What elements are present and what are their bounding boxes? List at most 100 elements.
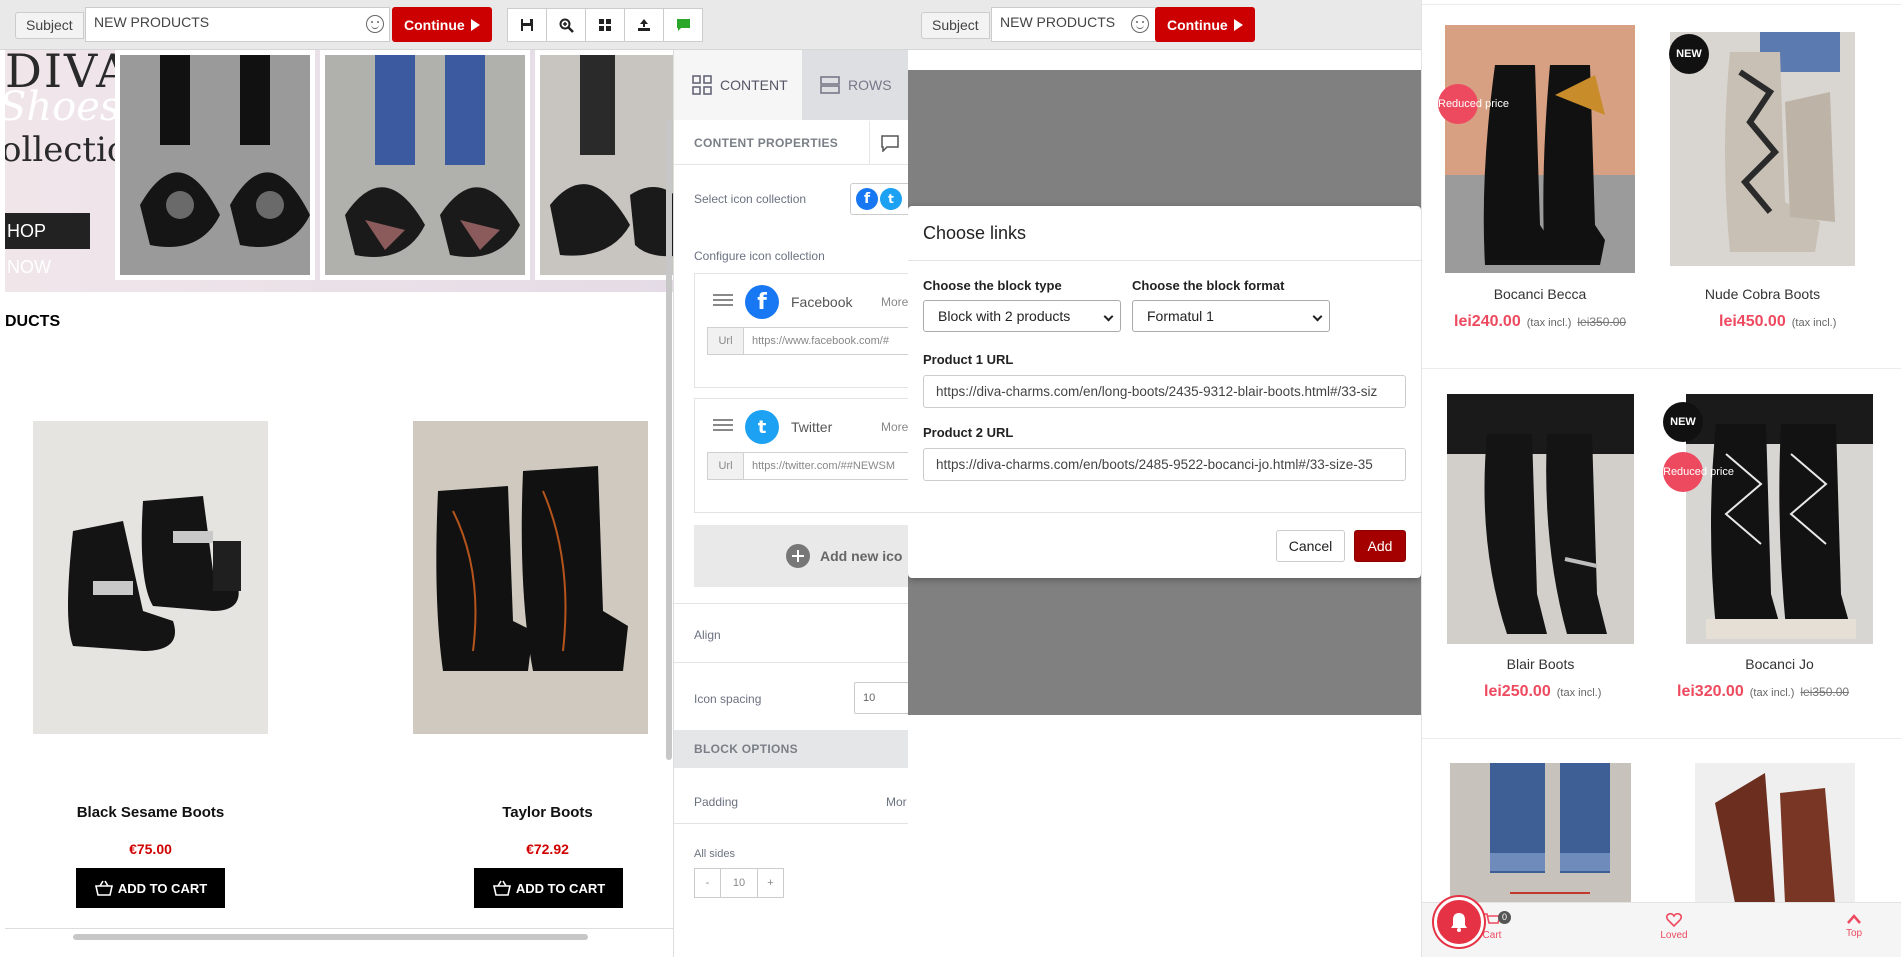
product-name[interactable]: Bocanci Becca (1445, 286, 1635, 302)
links-dialog-panel: Subject NEW PRODUCTS Continue Choose lin… (908, 0, 1421, 957)
subject-input[interactable]: NEW PRODUCTS (85, 7, 390, 42)
padding-value[interactable]: 10 (720, 869, 758, 897)
block-format-select[interactable]: Formatul 1 (1132, 300, 1330, 332)
block-type-label: Choose the block type (923, 278, 1062, 293)
vertical-scrollbar[interactable] (666, 120, 672, 760)
top-nav[interactable]: Top (1824, 913, 1884, 939)
hero-script-text: Shoes (5, 84, 121, 130)
drag-handle-icon[interactable] (713, 294, 733, 306)
divider (1422, 368, 1901, 369)
drag-handle-icon[interactable] (713, 419, 733, 431)
product-image[interactable] (1450, 763, 1631, 903)
product-image-taylor[interactable] (413, 421, 648, 734)
horizontal-scrollbar[interactable] (73, 934, 588, 940)
settings-sidebar: CONTENT ROWS CONTENT PROPERTIES Select i… (673, 50, 908, 957)
basket-icon (492, 880, 511, 896)
product-image-bocanci-becca[interactable] (1445, 25, 1635, 273)
add-to-cart-label: ADD TO CART (117, 880, 208, 896)
tab-content-label: CONTENT (720, 77, 788, 93)
shop-preview-panel: Reduced price Bocanci Becca lei240.00 (t… (1421, 0, 1901, 957)
subject-label: Subject (15, 12, 84, 39)
emoji-icon[interactable] (1131, 15, 1149, 33)
notification-bell-icon[interactable] (1434, 897, 1484, 947)
product2-url-label: Product 2 URL (923, 425, 1014, 440)
continue-button[interactable]: Continue (1155, 7, 1255, 42)
tab-rows-label: ROWS (848, 77, 892, 93)
social-icon-card-facebook: f Facebook More o Url https://www.facebo… (694, 273, 908, 388)
product-name[interactable]: Nude Cobra Boots (1670, 286, 1855, 302)
editor-top-bar: Subject NEW PRODUCTS Continue (0, 0, 908, 50)
rows-icon (820, 76, 840, 94)
content-divider (5, 928, 673, 929)
cancel-button[interactable]: Cancel (1276, 530, 1345, 562)
play-icon (1233, 18, 1243, 31)
social-icon-name: Twitter (791, 419, 833, 435)
block-type-value: Block with 2 products (938, 308, 1071, 324)
shop-now-button[interactable]: HOP NOW (5, 213, 90, 277)
facebook-url-field[interactable]: Url https://www.facebook.com/# (707, 327, 908, 355)
product-name[interactable]: Blair Boots (1447, 656, 1634, 672)
product-price: €72.92 (526, 841, 569, 857)
product1-url-label: Product 1 URL (923, 352, 1014, 367)
padding-more-link[interactable]: Mor (886, 795, 907, 809)
tab-content[interactable]: CONTENT (674, 50, 802, 120)
increment-button[interactable]: + (758, 869, 783, 897)
loved-nav[interactable]: Loved (1644, 912, 1704, 941)
emoji-icon[interactable] (366, 15, 384, 33)
add-to-cart-button[interactable]: ADD TO CART (474, 868, 623, 908)
twitter-url-field[interactable]: Url https://twitter.com/##NEWSM (707, 452, 908, 480)
modal-title: Choose links (923, 223, 1027, 243)
more-options-link[interactable]: More o (881, 295, 908, 309)
divider (674, 662, 908, 663)
price-row: lei450.00 (tax incl.) (1719, 313, 1836, 331)
divider (674, 603, 908, 604)
grid-icon[interactable] (585, 8, 625, 42)
product-name: Taylor Boots (502, 804, 593, 821)
icon-collection-select[interactable]: f t (850, 183, 908, 215)
icon-spacing-input[interactable]: 10 (854, 682, 908, 714)
zoom-icon[interactable] (546, 8, 586, 42)
continue-label: Continue (1167, 16, 1228, 33)
comment-icon[interactable] (663, 8, 703, 42)
chevron-up-icon (1847, 914, 1861, 924)
facebook-icon: f (745, 285, 779, 319)
heart-icon (1665, 912, 1683, 928)
hero-photo-2 (320, 50, 530, 280)
divider (674, 823, 908, 824)
save-icon[interactable] (507, 8, 547, 42)
shop-bottom-bar: 0 Cart Loved Top (1422, 902, 1901, 957)
add-new-icon-button[interactable]: Add new ico (694, 525, 908, 587)
product1-url-input[interactable]: https://diva-charms.com/en/long-boots/24… (923, 375, 1406, 408)
chat-icon[interactable] (869, 121, 908, 165)
cart-count-badge: 0 (1498, 911, 1511, 924)
add-new-icon-label: Add new ico (820, 548, 903, 564)
plus-circle-icon (786, 544, 810, 568)
url-label: Url (708, 328, 744, 354)
tab-rows[interactable]: ROWS (802, 50, 908, 120)
divider (908, 260, 1421, 261)
more-options-link[interactable]: More o (881, 420, 908, 434)
chevron-down-icon (1312, 311, 1323, 322)
divider (908, 512, 1421, 513)
padding-stepper: - 10 + (694, 868, 784, 898)
add-to-cart-button[interactable]: ADD TO CART (76, 868, 225, 908)
continue-button[interactable]: Continue (392, 7, 492, 42)
chevron-down-icon (1103, 311, 1114, 322)
product-image-blair-boots[interactable] (1447, 394, 1634, 644)
basket-icon (94, 880, 113, 896)
product-name[interactable]: Bocanci Jo (1686, 656, 1873, 672)
export-icon[interactable] (624, 8, 664, 42)
product-price: €75.00 (129, 841, 172, 857)
decrement-button[interactable]: - (695, 869, 720, 897)
product-image[interactable] (1695, 763, 1855, 903)
product-price: lei240.00 (1454, 313, 1521, 330)
block-type-select[interactable]: Block with 2 products (923, 300, 1121, 332)
product-image-bocanci-jo[interactable] (1686, 394, 1873, 644)
new-badge: NEW (1669, 34, 1709, 74)
padding-label: Padding (694, 795, 739, 809)
product-image-black-sesame[interactable] (33, 421, 268, 734)
add-button[interactable]: Add (1354, 530, 1406, 562)
top-label: Top (1845, 928, 1863, 939)
product2-url-input[interactable]: https://diva-charms.com/en/boots/2485-95… (923, 448, 1406, 481)
hero-photo-1 (115, 50, 315, 280)
